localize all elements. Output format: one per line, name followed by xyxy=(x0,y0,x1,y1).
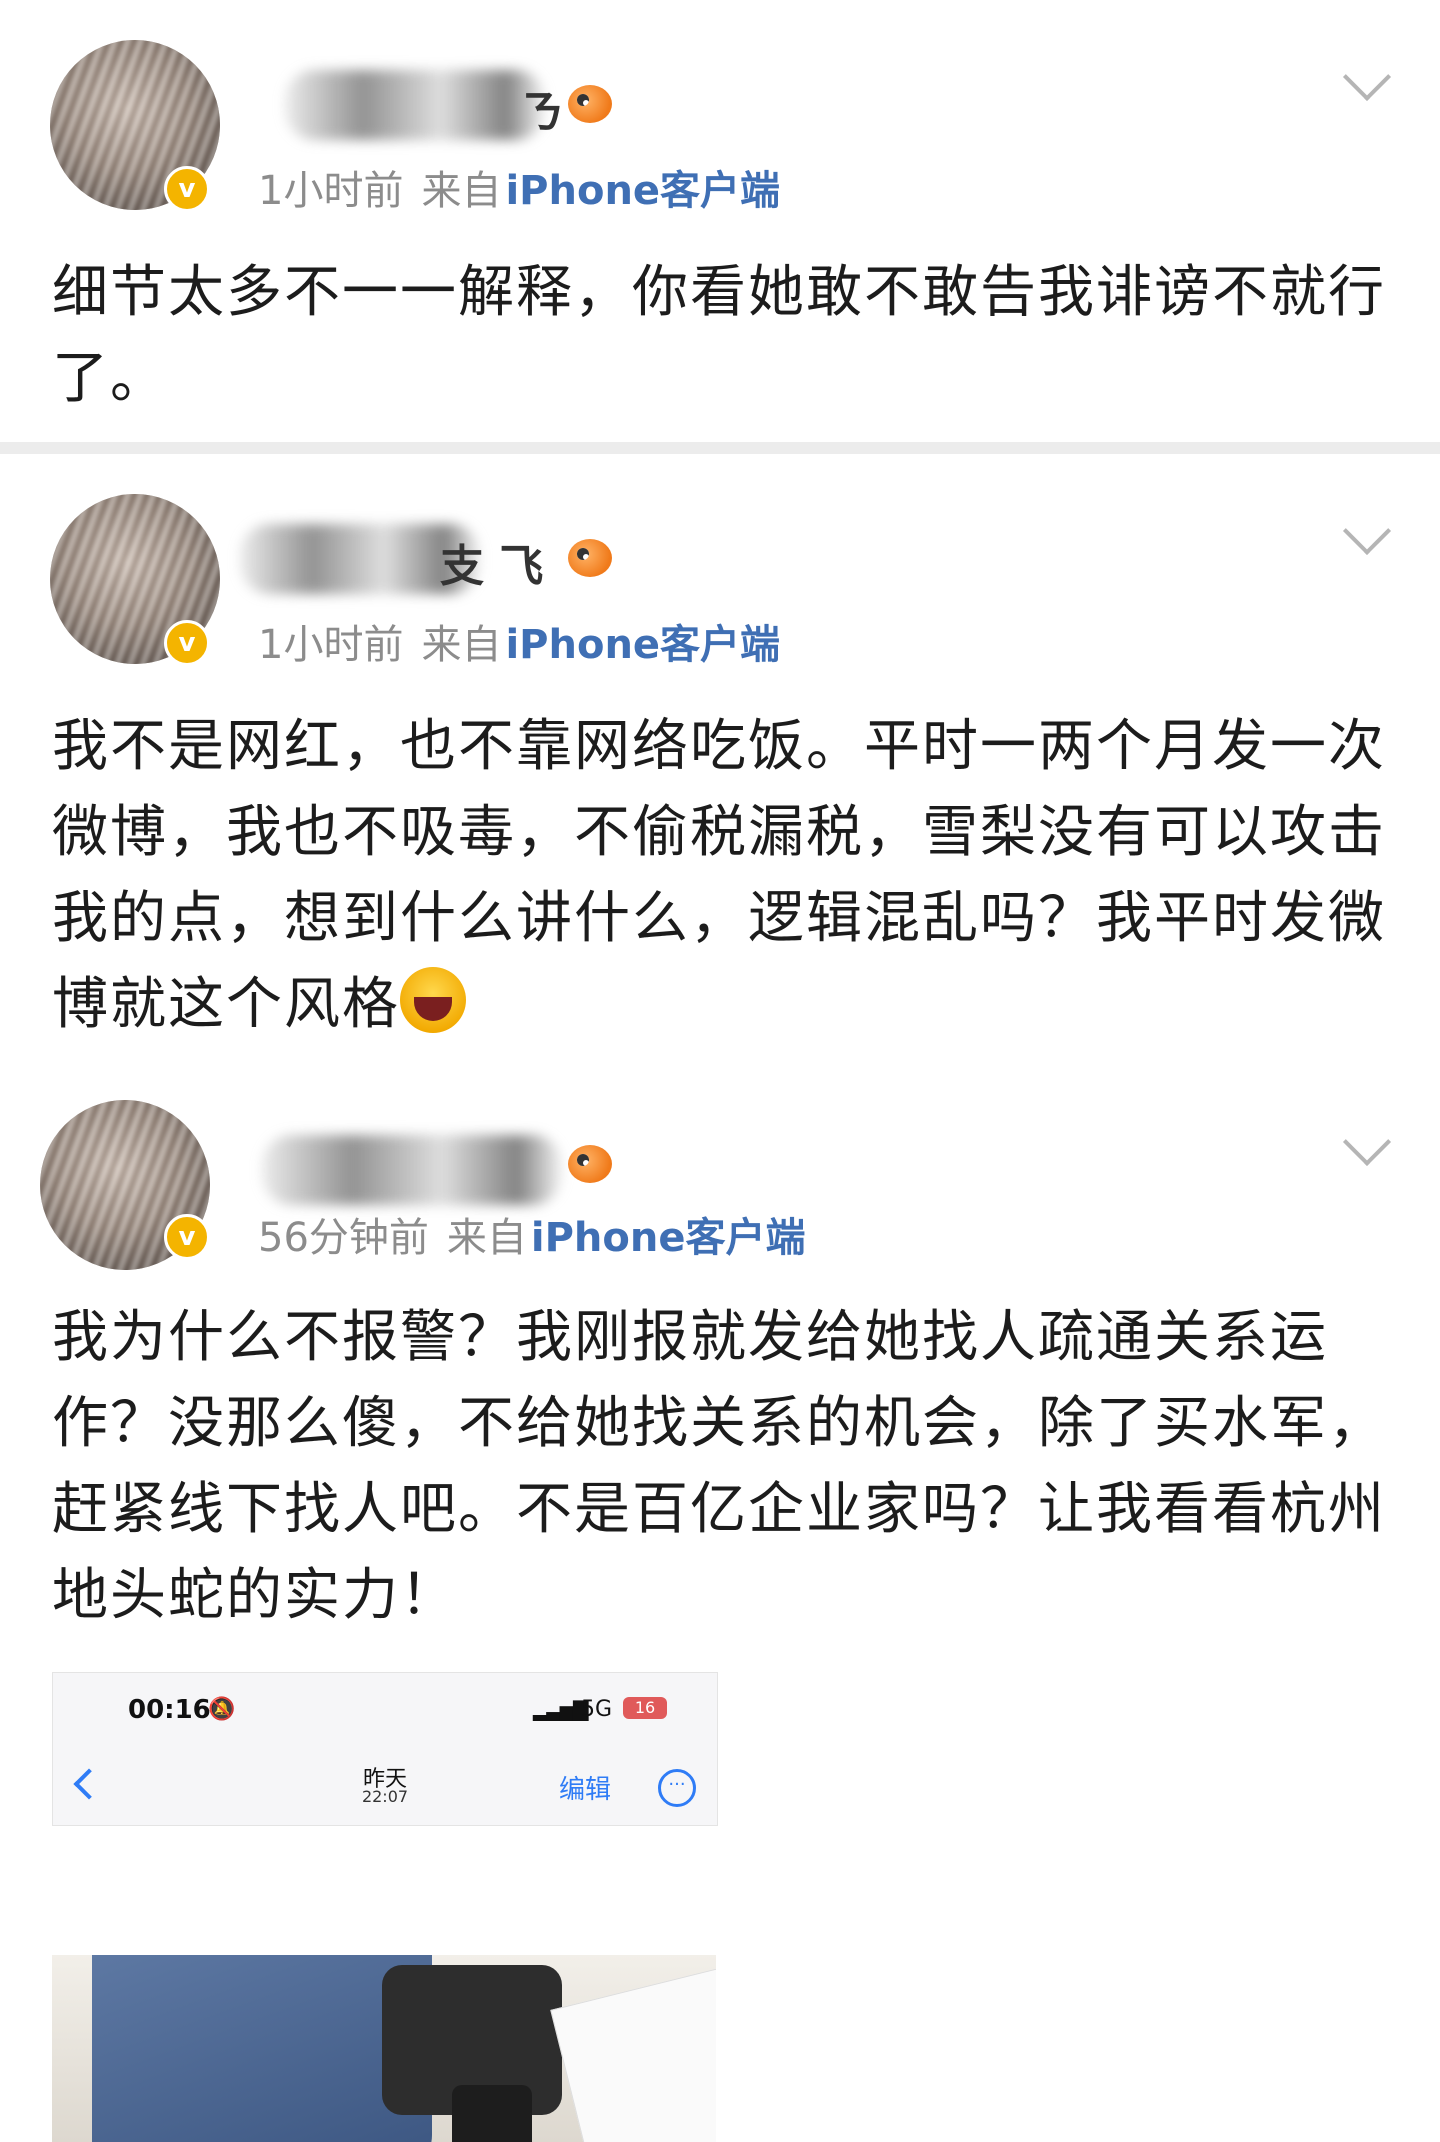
fish-member-icon xyxy=(568,539,612,577)
source-prefix: 来自 xyxy=(421,168,502,214)
source-prefix: 来自 xyxy=(421,622,502,668)
network-label: 5G xyxy=(581,1697,613,1722)
post-content: 我为什么不报警？我刚报就发给她找人疏通关系运作？没那么傻，不给她找关系的机会，除… xyxy=(52,1305,1386,1628)
post-content: 我不是网红，也不靠网络吃饭。平时一两个月发一次微博，我也不吸毒，不偷税漏税，雪梨… xyxy=(52,704,1392,1048)
source-link[interactable]: iPhone客户端 xyxy=(505,622,780,668)
photo-device xyxy=(452,2085,532,2142)
mute-bell-icon: 🔕 xyxy=(208,1697,236,1722)
attached-screenshot[interactable]: 00:16 🔕 ▂▃▅▇ 5G 16 昨天 22:07 编辑 ··· xyxy=(52,1672,718,1826)
post-divider xyxy=(0,442,1440,454)
photo-paper xyxy=(550,1965,716,2142)
post-content: 细节太多不一一解释，你看她敢不敢告我诽谤不就行了。 xyxy=(52,260,1386,411)
laughing-emoji-icon xyxy=(400,967,466,1033)
battery-icon: 16 xyxy=(623,1697,667,1719)
weibo-post: v 56分钟前 来自 iPhone客户端 我为什么不报警？我刚报就发给她找人疏通关系… xyxy=(0,1075,1440,2142)
verified-badge-icon: v xyxy=(164,1214,210,1260)
chevron-down-icon[interactable] xyxy=(1342,1117,1392,1167)
fish-member-icon xyxy=(568,85,612,123)
username-blurred[interactable] xyxy=(262,1135,562,1205)
source-link[interactable]: iPhone客户端 xyxy=(531,1215,806,1261)
post-time: 1小时前 xyxy=(258,622,404,668)
nav-subtitle: 22:07 xyxy=(361,1787,409,1806)
photo-uniform-figure xyxy=(92,1955,432,2142)
username-visible-part[interactable]: ㄋ xyxy=(520,76,564,140)
status-bar: 00:16 🔕 ▂▃▅▇ 5G 16 xyxy=(53,1695,717,1735)
post-meta: 56分钟前 来自 iPhone客户端 xyxy=(258,1205,824,1263)
more-options-icon[interactable]: ··· xyxy=(658,1769,696,1807)
post-text: 我不是网红，也不靠网络吃饭。平时一两个月发一次微博，我也不吸毒，不偷税漏税，雪梨… xyxy=(52,714,1386,1037)
source-prefix: 来自 xyxy=(446,1215,527,1261)
username-visible-part[interactable]: 支 飞 xyxy=(440,530,543,594)
post-time: 56分钟前 xyxy=(258,1215,429,1261)
chevron-down-icon[interactable] xyxy=(1342,506,1392,556)
post-meta: 1小时前 来自 iPhone客户端 xyxy=(258,158,798,216)
fish-member-icon xyxy=(568,1145,612,1183)
post-time: 1小时前 xyxy=(258,168,404,214)
post-meta: 1小时前 来自 iPhone客户端 xyxy=(258,612,798,670)
signal-icon: ▂▃▅▇ xyxy=(533,1697,589,1721)
verified-badge-icon: v xyxy=(164,166,210,212)
status-clock: 00:16 xyxy=(128,1695,211,1725)
attached-photo[interactable] xyxy=(52,1955,716,2142)
source-link[interactable]: iPhone客户端 xyxy=(505,168,780,214)
weibo-post: v ㄋ 1小时前 来自 iPhone客户端 细节太多不一一解释，你看她敢不敢告我诽谤… xyxy=(0,0,1440,440)
verified-badge-icon: v xyxy=(164,620,210,666)
weibo-post: v 支 飞 1小时前 来自 iPhone客户端 我不是网红，也不靠网络吃饭。平时一两… xyxy=(0,454,1440,1074)
username-blurred[interactable] xyxy=(285,70,545,140)
chevron-down-icon[interactable] xyxy=(1342,52,1392,102)
edit-button[interactable]: 编辑 xyxy=(559,1769,611,1806)
